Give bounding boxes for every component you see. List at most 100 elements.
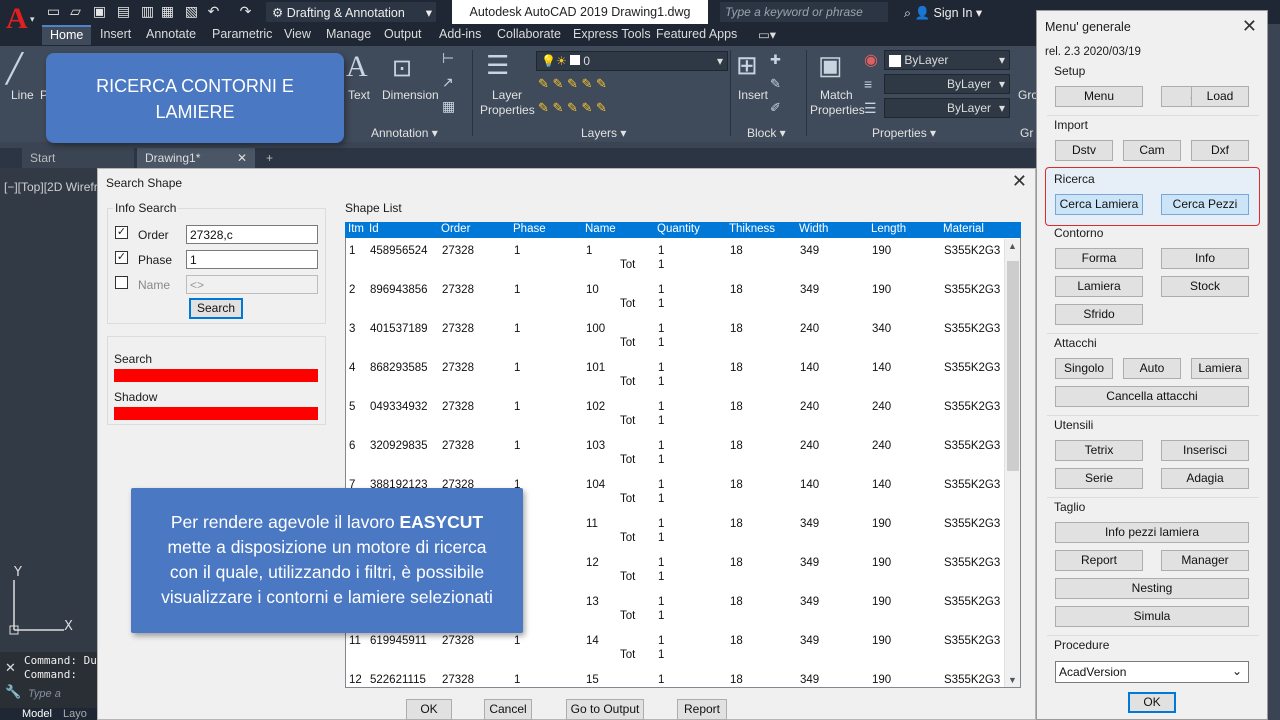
color-dropdown[interactable]: ByLayer ▾ bbox=[884, 50, 1010, 70]
name-checkbox[interactable] bbox=[115, 276, 128, 289]
tab-collaborate[interactable]: Collaborate bbox=[497, 27, 561, 41]
table-row[interactable]: 1252262111527328115118349190S355K2G3Tot bbox=[346, 674, 1006, 687]
forma-button[interactable]: Forma bbox=[1055, 248, 1143, 269]
layers-panel-title[interactable]: Layers ▾ bbox=[581, 126, 626, 140]
redo-icon[interactable]: ↷ bbox=[238, 4, 253, 19]
name-field[interactable]: <> bbox=[186, 275, 318, 294]
tab-home[interactable]: Home bbox=[42, 25, 92, 45]
new-tab-icon[interactable]: + bbox=[258, 148, 281, 168]
singolo-button[interactable]: Singolo bbox=[1055, 358, 1113, 379]
dimension-icon[interactable]: ⊡ bbox=[392, 54, 412, 83]
phase-field[interactable]: 1 bbox=[186, 250, 318, 269]
scroll-down-icon[interactable]: ▼ bbox=[1008, 675, 1017, 685]
cerca-pezzi-button[interactable]: Cerca Pezzi bbox=[1161, 194, 1249, 215]
plot-icon[interactable]: ▧ bbox=[184, 4, 199, 19]
command-input[interactable]: Type a bbox=[28, 688, 61, 700]
keyword-search-input[interactable]: Type a keyword or phrase bbox=[720, 2, 888, 22]
col-phase[interactable]: Phase bbox=[513, 223, 546, 235]
dxf-button[interactable]: Dxf bbox=[1191, 140, 1249, 161]
phase-checkbox[interactable]: ✓ bbox=[115, 251, 128, 264]
col-length[interactable]: Length bbox=[871, 223, 906, 235]
cerca-lamiera-button[interactable]: Cerca Lamiera bbox=[1055, 194, 1143, 215]
table-row[interactable]: 3 401537189 27328 1 100 1 18 240 340 S355K2G3 Tot 1 bbox=[346, 323, 1006, 362]
table-row[interactable]: 6 320929835 27328 1 103 1 18 240 240 S355K2G3 Tot 1 bbox=[346, 440, 1006, 479]
tab-annotate[interactable]: Annotate bbox=[146, 27, 196, 41]
tab-insert[interactable]: Insert bbox=[100, 27, 131, 41]
table-row[interactable]: 2 896943856 27328 1 10 1 18 349 190 S355K2G3 Tot 1 bbox=[346, 284, 1006, 323]
col-width[interactable]: Width bbox=[799, 223, 828, 235]
report-button[interactable]: Report bbox=[677, 699, 727, 720]
line-icon[interactable]: ╱ bbox=[6, 52, 23, 85]
edit-block-icon[interactable]: ✎ bbox=[770, 76, 781, 92]
procedure-select[interactable]: AcadVersion ⌄ bbox=[1055, 661, 1249, 683]
lamiera-attacchi-button[interactable]: Lamiera bbox=[1191, 358, 1249, 379]
ok-button[interactable]: OK bbox=[406, 699, 452, 720]
block-panel-title[interactable]: Block ▾ bbox=[747, 126, 786, 140]
layer-dropdown[interactable]: 💡☀ 0 ▾ bbox=[536, 51, 728, 71]
save-as-icon[interactable]: ▤ bbox=[116, 4, 131, 19]
match-properties-icon[interactable]: ▣ bbox=[818, 50, 843, 81]
vertical-scrollbar[interactable]: ▲ ▼ bbox=[1004, 239, 1020, 687]
tab-output[interactable]: Output bbox=[384, 27, 422, 41]
create-block-icon[interactable]: ✚ bbox=[770, 52, 781, 68]
groups-panel-title[interactable]: Gr bbox=[1020, 126, 1033, 140]
report-menu-button[interactable]: Report bbox=[1055, 550, 1143, 571]
insert-label[interactable]: Insert bbox=[738, 88, 768, 102]
ribbon-options-icon[interactable]: ▭▾ bbox=[758, 27, 776, 42]
tab-start[interactable]: Start bbox=[22, 148, 134, 168]
line-tool-label[interactable]: Line bbox=[11, 88, 34, 102]
col-thikness[interactable]: Thikness bbox=[729, 223, 775, 235]
close-icon[interactable]: ✕ bbox=[1012, 171, 1027, 192]
go-to-output-button[interactable]: Go to Output bbox=[566, 699, 644, 720]
layer-properties-label-1[interactable]: Layer bbox=[492, 88, 522, 102]
order-checkbox[interactable]: ✓ bbox=[115, 226, 128, 239]
cam-button[interactable]: Cam bbox=[1123, 140, 1181, 161]
scroll-thumb[interactable] bbox=[1007, 261, 1019, 471]
viewport-controls[interactable]: [−][Top][2D Wirefra bbox=[4, 180, 104, 194]
col-order[interactable]: Order bbox=[441, 223, 470, 235]
text-tool-label[interactable]: Text bbox=[348, 88, 370, 102]
cancella-attacchi-button[interactable]: Cancella attacchi bbox=[1055, 386, 1249, 407]
table-row[interactable]: 5 049334932 27328 1 102 1 18 240 240 S355K2G3 Tot 1 bbox=[346, 401, 1006, 440]
close-icon[interactable]: ✕ bbox=[1242, 16, 1257, 37]
tab-express-tools[interactable]: Express Tools bbox=[573, 27, 651, 41]
save-icon[interactable]: ▣ bbox=[92, 4, 107, 19]
dstv-button[interactable]: Dstv bbox=[1055, 140, 1113, 161]
layer-properties-icon[interactable]: ☰ bbox=[486, 50, 509, 81]
close-icon[interactable]: ✕ bbox=[237, 151, 247, 165]
match-properties-label-1[interactable]: Match bbox=[820, 88, 853, 102]
export-icon[interactable]: ▦ bbox=[160, 4, 175, 19]
wrench-icon[interactable]: 🔧 bbox=[5, 684, 21, 700]
model-tab[interactable]: Model Layo bbox=[0, 708, 100, 720]
nesting-button[interactable]: Nesting bbox=[1055, 578, 1249, 599]
cancel-button[interactable]: Cancel bbox=[484, 699, 532, 720]
col-material[interactable]: Material bbox=[943, 223, 984, 235]
table-row[interactable]: 4 868293585 27328 1 101 1 18 140 140 S355K2G3 Tot 1 bbox=[346, 362, 1006, 401]
annotation-panel-title[interactable]: Annotation ▾ bbox=[371, 126, 438, 140]
scroll-up-icon[interactable]: ▲ bbox=[1008, 241, 1017, 251]
col-itm[interactable]: Itm bbox=[348, 223, 364, 235]
table-row[interactable]: 1 458956524 27328 1 1 1 18 349 190 S355K2G3 Tot 1 bbox=[346, 245, 1006, 284]
linetype-dropdown[interactable]: ByLayer ▾ bbox=[884, 98, 1010, 118]
linear-dim-icon[interactable]: ⊢ bbox=[442, 50, 454, 67]
linetype-icon[interactable]: ☰ bbox=[864, 100, 877, 117]
groups-label[interactable]: Gro bbox=[1018, 88, 1038, 102]
open-icon[interactable]: ▱ bbox=[68, 4, 83, 19]
layout-tab-label[interactable]: Layo bbox=[63, 708, 87, 720]
stock-button[interactable]: Stock bbox=[1161, 276, 1249, 297]
adagia-button[interactable]: Adagia bbox=[1161, 468, 1249, 489]
search-button[interactable]: Search bbox=[189, 298, 243, 319]
inserisci-button[interactable]: Inserisci bbox=[1161, 440, 1249, 461]
tab-add-ins[interactable]: Add-ins bbox=[439, 27, 481, 41]
sfrido-button[interactable]: Sfrido bbox=[1055, 304, 1143, 325]
info-pezzi-lamiera-button[interactable]: Info pezzi lamiera bbox=[1055, 522, 1249, 543]
col-id[interactable]: Id bbox=[369, 223, 379, 235]
insert-block-icon[interactable]: ⊞ bbox=[736, 50, 758, 81]
web-icon[interactable]: ▥ bbox=[140, 4, 155, 19]
layer-tools-row2-icon[interactable]: ✎ ✎ ✎ ✎ ✎ bbox=[538, 100, 607, 116]
menu-ok-button[interactable]: OK bbox=[1128, 692, 1176, 713]
manager-button[interactable]: Manager bbox=[1161, 550, 1249, 571]
auto-button[interactable]: Auto bbox=[1123, 358, 1181, 379]
layer-properties-label-2[interactable]: Properties bbox=[480, 103, 535, 117]
undo-icon[interactable]: ↶ bbox=[206, 4, 221, 19]
